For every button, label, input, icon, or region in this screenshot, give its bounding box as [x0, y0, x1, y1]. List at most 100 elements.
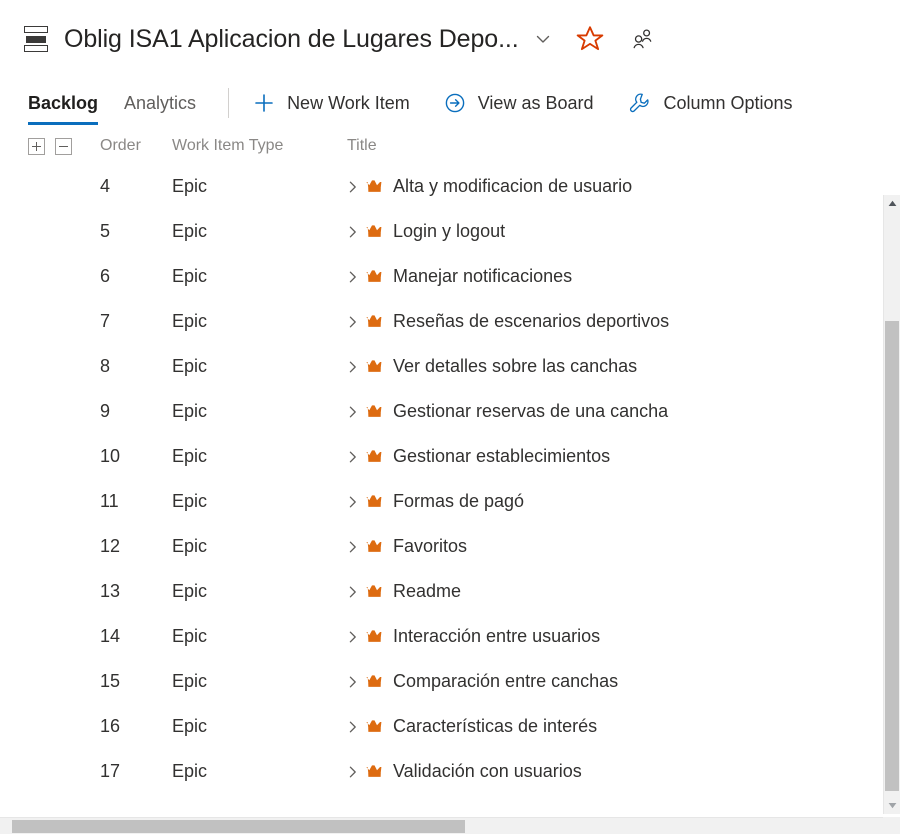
view-as-board-button[interactable]: View as Board: [444, 92, 594, 114]
row-title: Gestionar reservas de una cancha: [393, 401, 669, 421]
chevron-right-icon[interactable]: [347, 180, 365, 194]
row-title-cell: Alta y modificacion de usuario: [347, 176, 900, 197]
triangle-down-icon[interactable]: [884, 797, 900, 814]
backlog-list-icon-bar-middle: [26, 35, 46, 43]
page-title: Oblig ISA1 Aplicacion de Lugares Depo...: [64, 24, 519, 53]
row-title: Alta y modificacion de usuario: [393, 176, 633, 196]
crown-icon: [365, 539, 384, 554]
toolbar-divider: [228, 88, 230, 118]
toolbar: Backlog Analytics New Work Item View as …: [0, 78, 900, 128]
row-title-cell: Favoritos: [347, 536, 900, 557]
crown-icon: [365, 449, 384, 464]
row-order: 6: [100, 266, 111, 286]
row-title: Reseñas de escenarios deportivos: [393, 311, 670, 331]
chevron-right-icon[interactable]: [347, 540, 365, 554]
arrow-circle-right-icon: [444, 92, 466, 114]
column-options-button[interactable]: Column Options: [627, 91, 793, 115]
collapse-all-button[interactable]: [55, 137, 72, 155]
chevron-right-icon[interactable]: [347, 405, 365, 419]
table-row[interactable]: 13 Epic Readme: [0, 569, 900, 614]
row-order: 4: [100, 176, 111, 196]
crown-icon: [365, 314, 384, 329]
chevron-right-icon[interactable]: [347, 225, 365, 239]
chevron-right-icon[interactable]: [347, 675, 365, 689]
grid-column-headers: Order Work Item Type Title: [0, 128, 900, 164]
row-order: 8: [100, 356, 111, 376]
table-row[interactable]: 7 Epic Reseñas de escenarios deportivos: [0, 299, 900, 344]
tab-backlog-label: Backlog: [28, 92, 99, 113]
new-work-item-button[interactable]: New Work Item: [253, 92, 410, 114]
row-order: 7: [100, 311, 111, 331]
table-row[interactable]: 16 Epic Características de interés: [0, 704, 900, 749]
row-title-cell: Gestionar reservas de una cancha: [347, 401, 900, 422]
horizontal-scrollbar[interactable]: [0, 817, 883, 834]
row-order: 9: [100, 401, 111, 421]
row-title: Ver detalles sobre las canchas: [393, 356, 638, 376]
chevron-right-icon[interactable]: [347, 585, 365, 599]
expand-all-button[interactable]: [28, 137, 45, 155]
table-row[interactable]: 12 Epic Favoritos: [0, 524, 900, 569]
crown-icon: [365, 719, 384, 734]
column-options-label: Column Options: [663, 92, 793, 113]
table-row[interactable]: 4 Epic Alta y modificacion de usuario: [0, 164, 900, 209]
row-work-item-type: Epic: [172, 176, 208, 196]
chevron-right-icon[interactable]: [347, 315, 365, 329]
row-work-item-type: Epic: [172, 491, 208, 511]
row-work-item-type: Epic: [172, 716, 208, 736]
row-title: Validación con usuarios: [393, 761, 582, 781]
backlog-list-icon-bar-top: [24, 26, 48, 33]
table-row[interactable]: 9 Epic Gestionar reservas de una cancha: [0, 389, 900, 434]
chevron-down-icon[interactable]: [533, 29, 553, 49]
row-title-cell: Validación con usuarios: [347, 761, 900, 782]
star-icon[interactable]: [575, 24, 605, 54]
column-header-work-item-type[interactable]: Work Item Type: [172, 137, 347, 155]
crown-icon: [365, 674, 384, 689]
backlog-grid: 4 Epic Alta y modificacion de usuario 5 Epic…: [0, 164, 900, 784]
chevron-right-icon[interactable]: [347, 495, 365, 509]
crown-icon: [365, 359, 384, 374]
tab-backlog[interactable]: Backlog: [28, 78, 99, 128]
crown-icon: [365, 269, 384, 284]
row-work-item-type: Epic: [172, 626, 208, 646]
table-row[interactable]: 14 Epic Interacción entre usuarios: [0, 614, 900, 659]
row-work-item-type: Epic: [172, 536, 208, 556]
table-row[interactable]: 15 Epic Comparación entre canchas: [0, 659, 900, 704]
horizontal-scrollbar-thumb[interactable]: [12, 820, 465, 833]
row-work-item-type: Epic: [172, 356, 208, 376]
table-row[interactable]: 8 Epic Ver detalles sobre las canchas: [0, 344, 900, 389]
row-title-cell: Manejar notificaciones: [347, 266, 900, 287]
vertical-scrollbar-thumb[interactable]: [885, 321, 899, 791]
vertical-scrollbar[interactable]: [883, 195, 900, 814]
row-work-item-type: Epic: [172, 221, 208, 241]
row-title-cell: Características de interés: [347, 716, 900, 737]
row-work-item-type: Epic: [172, 311, 208, 331]
tab-analytics[interactable]: Analytics: [124, 78, 196, 128]
chevron-right-icon[interactable]: [347, 630, 365, 644]
table-row[interactable]: 5 Epic Login y logout: [0, 209, 900, 254]
table-row[interactable]: 11 Epic Formas de pagó: [0, 479, 900, 524]
table-row[interactable]: 17 Epic Validación con usuarios: [0, 749, 900, 784]
row-order: 11: [100, 491, 119, 511]
row-title: Comparación entre canchas: [393, 671, 619, 691]
crown-icon: [365, 764, 384, 779]
column-header-order[interactable]: Order: [100, 137, 172, 155]
backlog-page: Oblig ISA1 Aplicacion de Lugares Depo...…: [0, 0, 900, 834]
chevron-right-icon[interactable]: [347, 270, 365, 284]
view-as-board-label: View as Board: [477, 92, 594, 113]
chevron-right-icon[interactable]: [347, 720, 365, 734]
triangle-up-icon[interactable]: [884, 195, 900, 212]
plus-icon: [253, 92, 275, 114]
row-work-item-type: Epic: [172, 401, 208, 421]
row-title: Gestionar establecimientos: [393, 446, 611, 466]
crown-icon: [365, 179, 384, 194]
row-title-cell: Interacción entre usuarios: [347, 626, 900, 647]
backlog-list-icon-bar-bottom: [24, 45, 48, 52]
people-icon[interactable]: [629, 26, 655, 52]
column-header-title[interactable]: Title: [347, 137, 900, 155]
chevron-right-icon[interactable]: [347, 360, 365, 374]
table-row[interactable]: 10 Epic Gestionar establecimientos: [0, 434, 900, 479]
backlog-rows: 4 Epic Alta y modificacion de usuario 5 Epic…: [0, 164, 900, 784]
chevron-right-icon[interactable]: [347, 765, 365, 779]
table-row[interactable]: 6 Epic Manejar notificaciones: [0, 254, 900, 299]
chevron-right-icon[interactable]: [347, 450, 365, 464]
